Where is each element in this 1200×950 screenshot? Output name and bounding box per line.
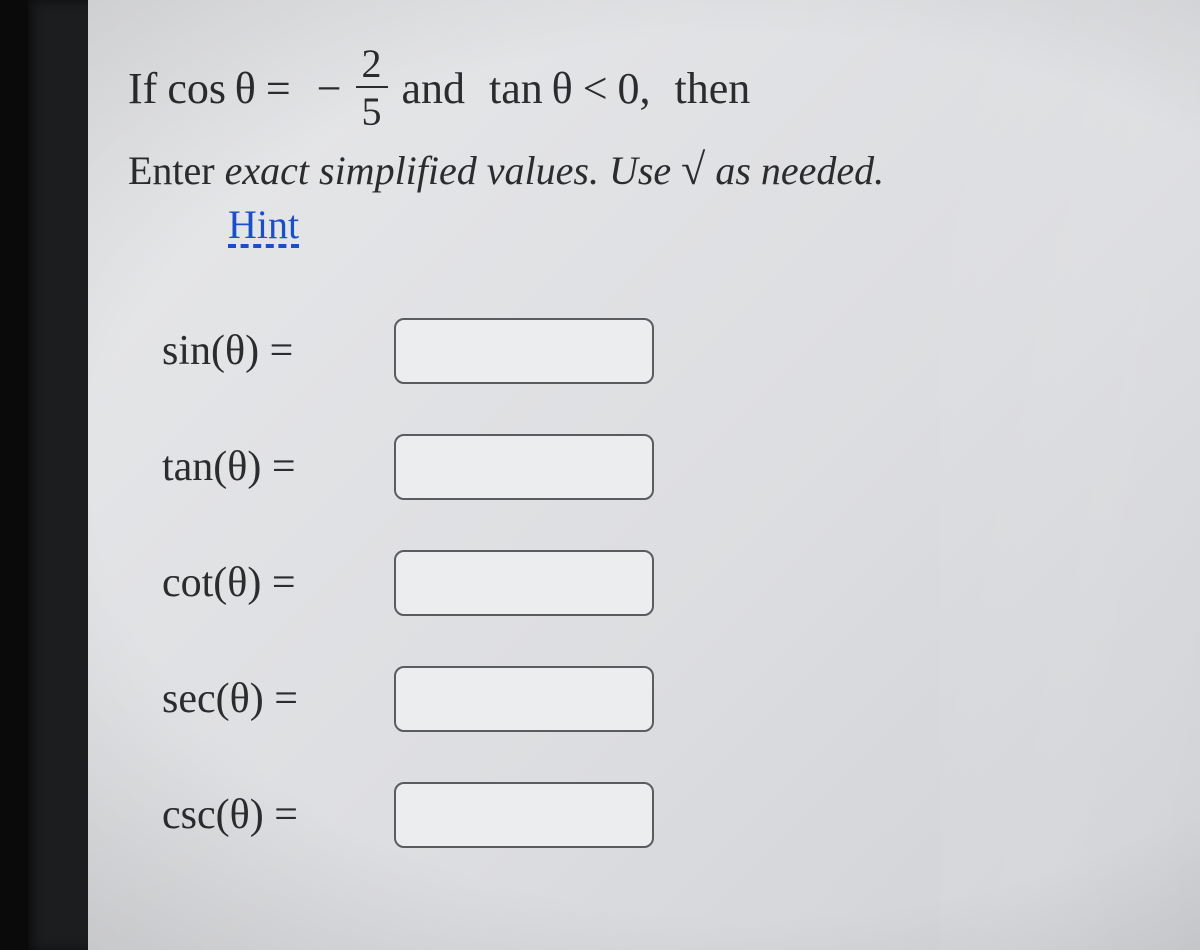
tan-label: tan(θ) =	[162, 443, 372, 491]
sec-label: sec(θ) =	[162, 675, 372, 723]
prompt-then: then	[675, 63, 751, 114]
hint-row: Hint	[128, 201, 1160, 248]
question-panel: If cos θ = − 2 5 and tan θ < 0, then Ent…	[88, 0, 1200, 950]
fraction-numerator: 2	[356, 44, 388, 86]
equals-sign: =	[266, 63, 291, 114]
prompt-and: and	[402, 63, 466, 114]
prompt-cos: cos θ	[167, 63, 256, 114]
field-row-sec: sec(θ) =	[162, 666, 1160, 732]
cot-label: cot(θ) =	[162, 559, 372, 607]
field-row-csc: csc(θ) =	[162, 782, 1160, 848]
cot-input[interactable]	[394, 550, 654, 616]
minus-sign: −	[317, 63, 342, 114]
sin-input[interactable]	[394, 318, 654, 384]
zero: 0,	[618, 63, 651, 114]
instructions: Enter exact simplified values. Use √ as …	[128, 144, 1160, 195]
instr-mid: simplified values. Use	[309, 148, 681, 193]
prompt-prefix: If	[128, 63, 157, 114]
prompt-tan: tan θ	[489, 63, 573, 114]
fraction-denominator: 5	[356, 86, 388, 132]
instr-before: Enter	[128, 148, 225, 193]
field-row-sin: sin(θ) =	[162, 318, 1160, 384]
instr-after: as needed.	[705, 148, 884, 193]
hint-link[interactable]: Hint	[228, 202, 299, 247]
sqrt-icon: √	[681, 145, 705, 194]
answer-fields: sin(θ) = tan(θ) = cot(θ) = sec(θ) = csc(…	[128, 318, 1160, 848]
tan-input[interactable]	[394, 434, 654, 500]
instr-exact: exact	[225, 148, 309, 193]
sec-input[interactable]	[394, 666, 654, 732]
field-row-tan: tan(θ) =	[162, 434, 1160, 500]
csc-label: csc(θ) =	[162, 791, 372, 839]
less-than-sign: <	[583, 63, 608, 114]
sin-label: sin(θ) =	[162, 327, 372, 375]
prompt-line: If cos θ = − 2 5 and tan θ < 0, then	[128, 44, 1160, 132]
field-row-cot: cot(θ) =	[162, 550, 1160, 616]
csc-input[interactable]	[394, 782, 654, 848]
fraction: 2 5	[356, 44, 388, 132]
